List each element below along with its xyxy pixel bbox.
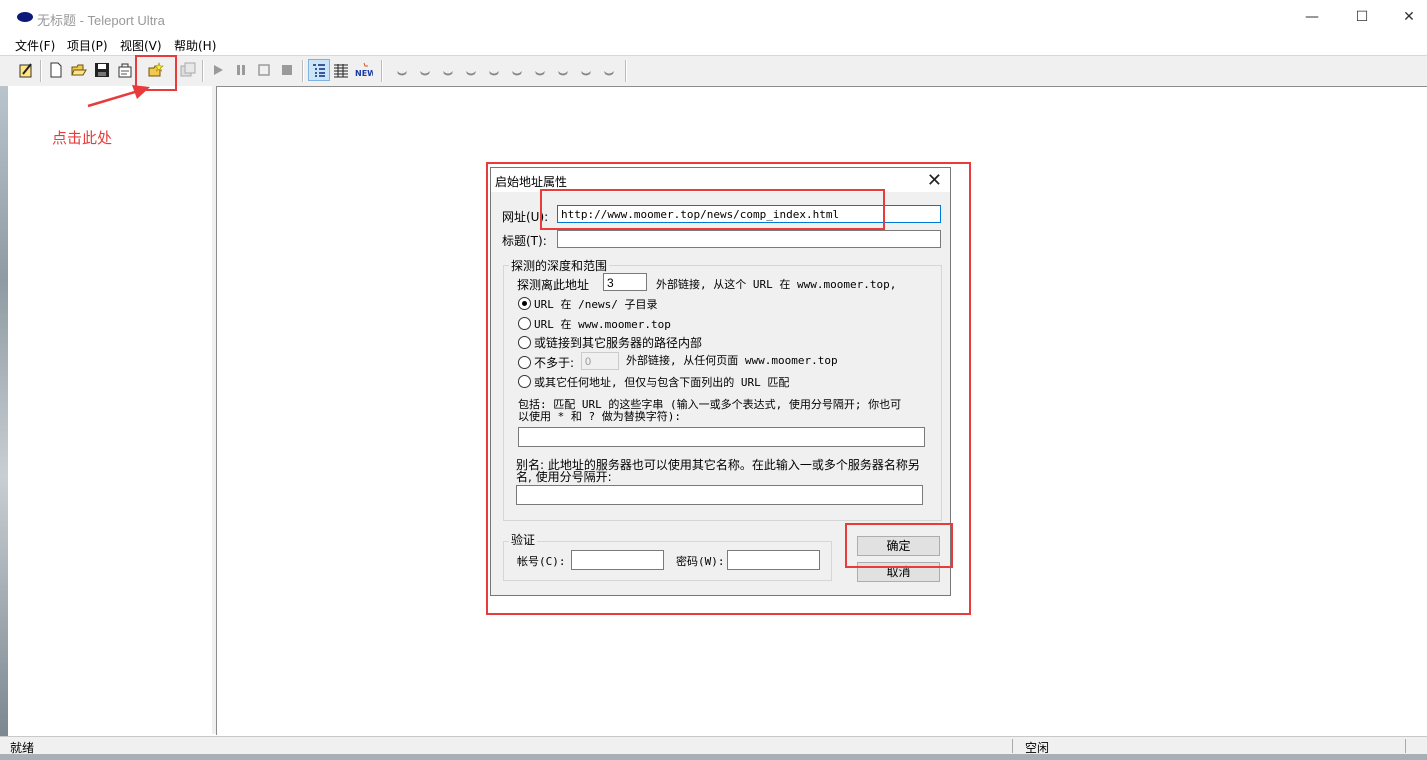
stop-icon[interactable] bbox=[279, 62, 295, 78]
window-title: 无标题 - Teleport Ultra bbox=[37, 13, 165, 28]
bookmark-icon[interactable] bbox=[555, 62, 571, 78]
toolbar-separator bbox=[202, 60, 204, 82]
list-view-icon[interactable] bbox=[333, 62, 349, 78]
bookmark-icon[interactable] bbox=[509, 62, 525, 78]
copy-disabled-icon[interactable] bbox=[180, 62, 196, 78]
project-tree-pane[interactable] bbox=[8, 86, 213, 734]
menu-file[interactable]: 文件(F) bbox=[15, 37, 55, 54]
minimize-icon[interactable]: — bbox=[1297, 6, 1327, 28]
toolbar-separator bbox=[40, 60, 42, 82]
new-file-icon[interactable] bbox=[48, 62, 64, 78]
desktop-strip bbox=[0, 86, 8, 736]
title-bar: 无标题 - Teleport Ultra — ☐ ✕ bbox=[0, 0, 1427, 34]
svg-text:NEW: NEW bbox=[355, 69, 373, 78]
new-project-wizard-icon[interactable] bbox=[18, 62, 34, 78]
pause-icon[interactable] bbox=[233, 62, 249, 78]
bookmark-icon[interactable] bbox=[601, 62, 617, 78]
desktop-strip bbox=[0, 754, 1427, 760]
tree-view-icon[interactable] bbox=[308, 59, 330, 81]
bookmark-icon[interactable] bbox=[394, 62, 410, 78]
annotation-text: 点击此处 bbox=[52, 129, 113, 147]
toolbar-separator bbox=[381, 60, 383, 82]
bookmark-icon[interactable] bbox=[440, 62, 456, 78]
toolbar: NEW bbox=[0, 55, 1427, 87]
bookmark-icon[interactable] bbox=[417, 62, 433, 78]
maximize-icon[interactable]: ☐ bbox=[1347, 6, 1377, 28]
annotation-highlight-ok bbox=[845, 523, 953, 568]
menu-bar: 文件(F) 项目(P) 视图(V) 帮助(H) bbox=[0, 34, 1427, 54]
close-icon[interactable]: ✕ bbox=[1394, 6, 1424, 28]
menu-project[interactable]: 项目(P) bbox=[67, 37, 108, 54]
annotation-arrow bbox=[87, 85, 150, 108]
status-divider bbox=[1012, 739, 1013, 753]
toolbar-separator bbox=[302, 60, 304, 82]
bookmark-icon[interactable] bbox=[532, 62, 548, 78]
status-divider bbox=[1405, 739, 1406, 753]
bookmark-icon[interactable] bbox=[463, 62, 479, 78]
app-icon bbox=[17, 12, 33, 22]
properties-icon[interactable] bbox=[117, 62, 133, 78]
save-icon[interactable] bbox=[94, 62, 110, 78]
stop-outline-icon[interactable] bbox=[256, 62, 272, 78]
annotation-highlight-url bbox=[540, 189, 885, 230]
menu-view[interactable]: 视图(V) bbox=[120, 37, 162, 54]
bookmark-icon[interactable] bbox=[578, 62, 594, 78]
play-icon[interactable] bbox=[210, 62, 226, 78]
toolbar-separator bbox=[625, 60, 627, 82]
status-bar: 就绪 空闲 bbox=[0, 736, 1427, 755]
bookmark-icon[interactable] bbox=[486, 62, 502, 78]
new-icon[interactable]: NEW bbox=[355, 62, 373, 78]
menu-help[interactable]: 帮助(H) bbox=[174, 37, 216, 54]
open-folder-icon[interactable] bbox=[71, 62, 87, 78]
